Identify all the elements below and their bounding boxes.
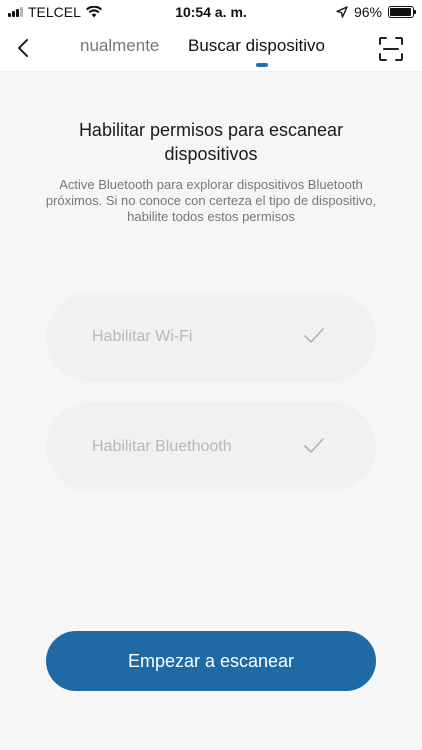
tab-search-device[interactable]: Buscar dispositivo (188, 36, 325, 56)
tab-active-indicator (256, 63, 268, 67)
check-icon (304, 328, 324, 343)
start-scan-button[interactable]: Empezar a escanear (46, 631, 376, 691)
nav-header: nualmente Buscar dispositivo (0, 24, 422, 72)
scan-frame-icon[interactable] (378, 36, 404, 62)
tab-manual[interactable]: nualmente (80, 36, 159, 56)
enable-bluetooth-label: Habilitar Bluethooth (92, 438, 232, 455)
battery-icon (388, 6, 416, 18)
battery-fill (390, 8, 412, 16)
enable-wifi-label: Habilitar Wi-Fi (92, 328, 193, 345)
enable-wifi-option[interactable]: Habilitar Wi-Fi (46, 292, 376, 382)
chevron-left-icon[interactable] (12, 36, 36, 60)
page-description: Active Bluetooth para explorar dispositi… (45, 177, 377, 224)
status-right: 96% (336, 4, 416, 20)
battery-percent: 96% (353, 4, 382, 20)
status-bar: TELCEL 10:54 a. m. 96% (0, 0, 422, 24)
main-content: Habilitar permisos para escanear disposi… (0, 72, 422, 750)
location-arrow-icon (336, 6, 348, 18)
page-title: Habilitar permisos para escanear disposi… (78, 120, 344, 164)
check-icon (304, 438, 324, 453)
enable-bluetooth-option[interactable]: Habilitar Bluethooth (46, 402, 376, 492)
